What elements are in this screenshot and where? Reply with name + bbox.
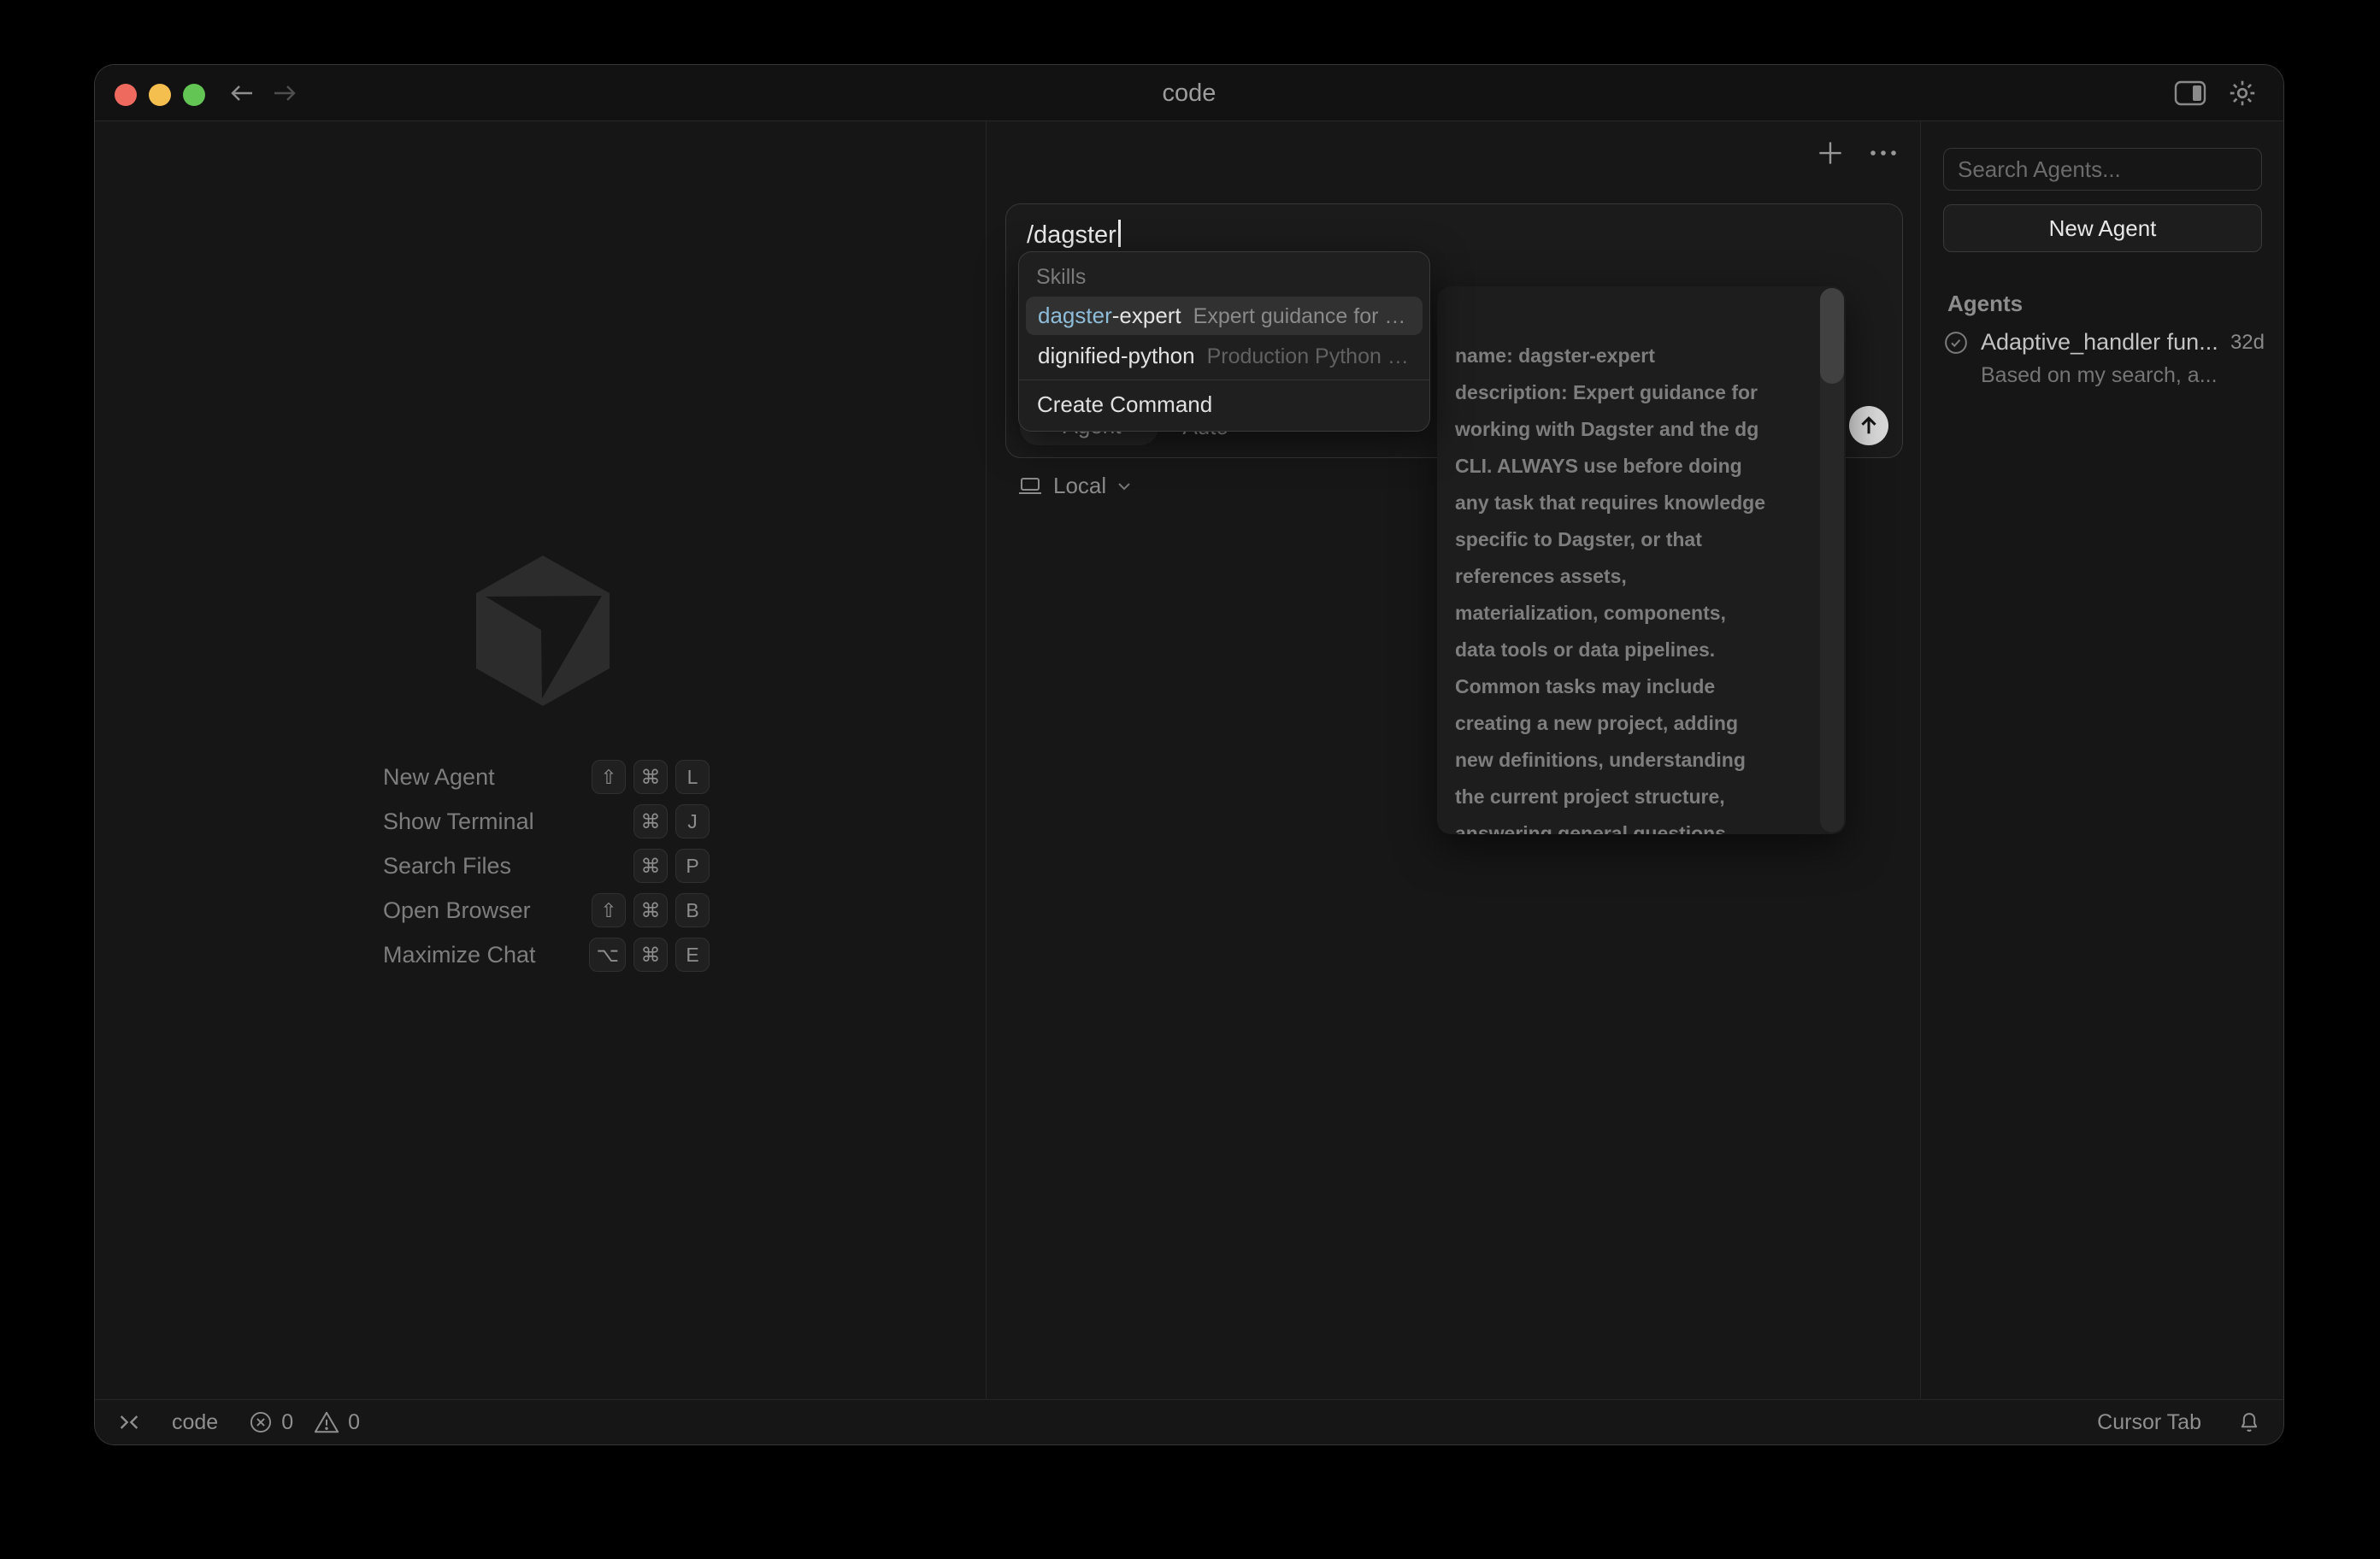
- shortcut-label: Show Terminal: [383, 809, 633, 835]
- app-window: code New Agent: [94, 64, 2284, 1445]
- agents-section-title: Agents: [1947, 291, 2023, 317]
- forward-button[interactable]: [266, 79, 303, 107]
- send-button[interactable]: [1849, 406, 1888, 445]
- key-cmd: ⌘: [633, 760, 668, 794]
- skills-dropdown: Skills dagster-expert Expert guidance fo…: [1018, 251, 1430, 432]
- shortcut-maximize-chat[interactable]: Maximize Chat ⌥ ⌘ E: [383, 938, 710, 972]
- key-shift: ⇧: [592, 893, 626, 927]
- shortcut-label: Open Browser: [383, 897, 592, 924]
- skill-item-dagster-expert[interactable]: dagster-expert Expert guidance for wo...: [1026, 297, 1423, 335]
- sidebar-panel-icon: [2174, 80, 2206, 106]
- arrow-left-icon: [229, 84, 255, 103]
- cursor-cube-logo: [476, 556, 610, 706]
- problems-button[interactable]: 0 0: [249, 1410, 372, 1435]
- workspace-name: code: [172, 1410, 218, 1435]
- shortcut-label: Maximize Chat: [383, 942, 589, 968]
- skill-name: dignified-python: [1038, 343, 1195, 369]
- arrow-right-icon: [272, 84, 298, 103]
- skill-item-dignified-python[interactable]: dignified-python Production Python c...: [1026, 337, 1423, 375]
- key-cmd: ⌘: [633, 804, 668, 838]
- agent-list-item[interactable]: Adaptive_handler fun... 32d Based on my …: [1943, 329, 2265, 388]
- close-button[interactable]: [115, 84, 137, 106]
- shortcut-open-browser[interactable]: Open Browser ⇧ ⌘ B: [383, 893, 710, 927]
- key-cmd: ⌘: [633, 849, 668, 883]
- shortcut-label: Search Files: [383, 853, 633, 880]
- warning-icon: [314, 1410, 339, 1434]
- create-command-item[interactable]: Create Command: [1019, 380, 1429, 431]
- skills-header: Skills: [1019, 252, 1429, 295]
- agent-age: 32d: [2230, 331, 2265, 355]
- shortcut-new-agent[interactable]: New Agent ⇧ ⌘ L: [383, 760, 710, 794]
- check-circle-icon: [1943, 330, 1969, 356]
- search-agents-input[interactable]: [1943, 148, 2262, 191]
- agent-subtitle: Based on my search, a...: [1981, 363, 2265, 388]
- key-cmd: ⌘: [633, 938, 668, 972]
- key-letter: J: [675, 804, 710, 838]
- error-icon: [249, 1410, 273, 1434]
- scrollbar-thumb[interactable]: [1820, 288, 1844, 384]
- key-option: ⌥: [589, 938, 626, 972]
- skill-name: dagster-expert: [1038, 303, 1181, 329]
- key-letter: E: [675, 938, 710, 972]
- window-title: code: [95, 65, 2283, 121]
- shortcut-label: New Agent: [383, 764, 592, 791]
- skill-description: Expert guidance for wo...: [1193, 304, 1411, 329]
- environment-label: Local: [1053, 473, 1106, 499]
- key-letter: B: [675, 893, 710, 927]
- new-agent-button[interactable]: New Agent: [1943, 204, 2262, 252]
- new-chat-button[interactable]: [1814, 137, 1847, 169]
- key-cmd: ⌘: [633, 893, 668, 927]
- cursor-tab-button[interactable]: Cursor Tab: [2097, 1410, 2201, 1435]
- chevron-down-icon: [1117, 482, 1131, 491]
- titlebar: code: [95, 65, 2283, 121]
- editor-pane: New Agent ⇧ ⌘ L Show Terminal ⌘ J Search…: [95, 121, 987, 1399]
- back-button[interactable]: [223, 79, 261, 107]
- key-letter: P: [675, 849, 710, 883]
- skill-preview-text: name: dagster-expert description: Expert…: [1455, 338, 1802, 834]
- key-shift: ⇧: [592, 760, 626, 794]
- remote-icon: [117, 1410, 141, 1434]
- shortcut-show-terminal[interactable]: Show Terminal ⌘ J: [383, 804, 710, 838]
- plus-icon: [1814, 137, 1847, 169]
- shortcut-list: New Agent ⇧ ⌘ L Show Terminal ⌘ J Search…: [383, 760, 710, 972]
- gear-icon: [2227, 78, 2258, 109]
- traffic-lights: [115, 84, 205, 106]
- laptop-icon: [1018, 477, 1042, 496]
- remote-indicator-button[interactable]: [117, 1410, 141, 1434]
- skill-preview-panel: name: dagster-expert description: Expert…: [1437, 286, 1846, 834]
- more-options-button[interactable]: [1869, 149, 1898, 157]
- ellipsis-icon: [1869, 149, 1898, 157]
- agent-title: Adaptive_handler fun...: [1981, 329, 2218, 356]
- chat-input-value: /dagster: [1027, 220, 1121, 250]
- skill-description: Production Python c...: [1207, 344, 1411, 369]
- warning-count: 0: [348, 1410, 360, 1435]
- zoom-button[interactable]: [183, 84, 205, 106]
- scrollbar-track[interactable]: [1820, 288, 1844, 832]
- arrow-up-icon: [1857, 414, 1881, 438]
- chat-pane: /dagster ∞ Agent Auto: [987, 121, 1921, 1399]
- agents-sidebar: New Agent Agents Adaptive_handler fun...…: [1921, 121, 2283, 1399]
- bell-icon: [2237, 1409, 2261, 1435]
- notifications-button[interactable]: [2237, 1409, 2261, 1435]
- statusbar: code 0 0 Cursor Tab: [95, 1399, 2283, 1444]
- text-caret: [1118, 220, 1121, 247]
- settings-button[interactable]: [2227, 78, 2258, 109]
- environment-select[interactable]: Local: [1018, 473, 1131, 499]
- error-count: 0: [281, 1410, 293, 1435]
- minimize-button[interactable]: [149, 84, 171, 106]
- shortcut-search-files[interactable]: Search Files ⌘ P: [383, 849, 710, 883]
- key-letter: L: [675, 760, 710, 794]
- toggle-sidebar-button[interactable]: [2174, 80, 2206, 106]
